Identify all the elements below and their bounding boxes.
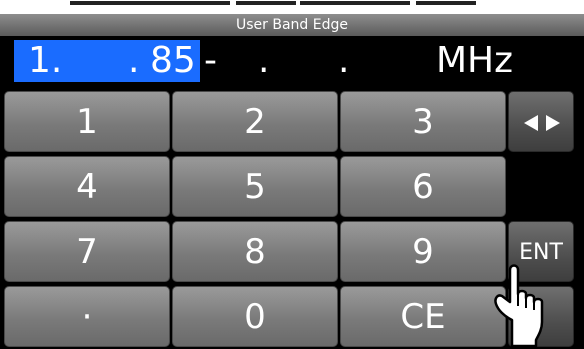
key-6[interactable]: 6 [340, 156, 506, 217]
frequency-input-display: 1. . 85 - . . MHz [0, 36, 584, 86]
key-9[interactable]: 9 [340, 221, 506, 282]
key-4[interactable]: 4 [4, 156, 170, 217]
key-2[interactable]: 2 [172, 91, 338, 152]
key-5[interactable]: 5 [172, 156, 338, 217]
key-decimal-point[interactable]: · [4, 286, 170, 347]
frequency-unit: MHz [436, 40, 514, 81]
cropped-instruction-text-fragments [70, 1, 476, 5]
frequency-separator-dot: . [128, 40, 140, 81]
left-right-arrows-icon [524, 115, 560, 131]
key-3[interactable]: 3 [340, 91, 506, 152]
key-1[interactable]: 1 [4, 91, 170, 152]
clear-entry-button[interactable]: CE [340, 286, 506, 347]
key-8[interactable]: 8 [172, 221, 338, 282]
frequency-upper-dot-2: . [338, 40, 350, 81]
frequency-digit-mhz: 1. [28, 40, 63, 81]
frequency-upper-dot-1: . [258, 40, 270, 81]
frequency-digit-khz: 85 [150, 40, 196, 81]
cursor-move-button[interactable] [508, 91, 574, 152]
key-7[interactable]: 7 [4, 221, 170, 282]
frequency-range-dash: - [204, 40, 217, 81]
radio-screen: User Band Edge 1. . 85 - . . MHz 1 2 3 4… [0, 0, 584, 349]
pointing-hand-icon [494, 264, 544, 348]
key-0[interactable]: 0 [172, 286, 338, 347]
dialog-title: User Band Edge [0, 14, 584, 37]
cropped-instruction-strip [0, 0, 584, 14]
